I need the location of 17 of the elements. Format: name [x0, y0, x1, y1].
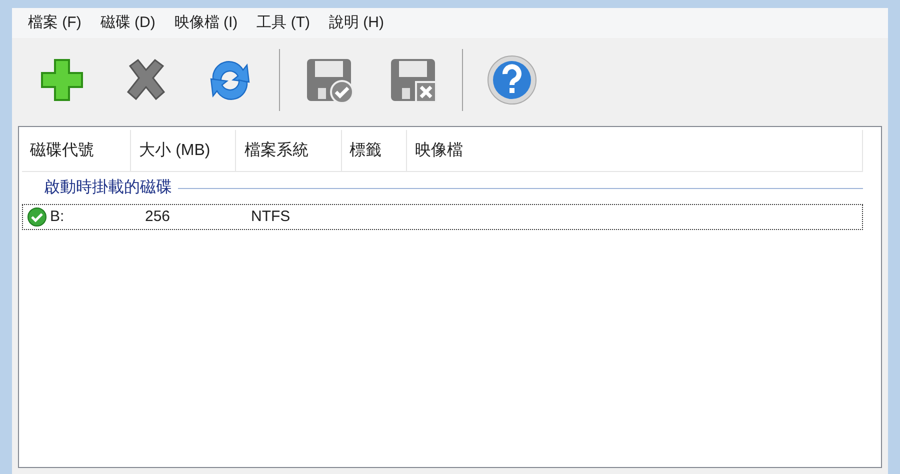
table-cell-text: B:: [50, 206, 64, 227]
menu-item[interactable]: 工具 (T): [248, 12, 318, 34]
column-header[interactable]: 標籤: [342, 130, 408, 171]
plus-icon: [38, 56, 86, 104]
column-header[interactable]: 磁碟代號: [22, 130, 132, 171]
table-cell-text: 256: [144, 206, 170, 227]
column-header[interactable]: 大小 (MB): [131, 130, 236, 171]
help-icon: [486, 54, 538, 106]
table-cell-text: NTFS: [250, 206, 290, 227]
column-header[interactable]: 映像檔: [407, 130, 863, 171]
table-row[interactable]: B: 256 NTFS: [22, 204, 863, 230]
menu-item[interactable]: 映像檔 (I): [166, 12, 246, 34]
menu-item[interactable]: 磁碟 (D): [92, 12, 164, 34]
group-header: 啟動時掛載的磁碟: [44, 178, 172, 198]
menu-item[interactable]: 說明 (H): [320, 12, 392, 34]
column-header[interactable]: 檔案系統: [236, 130, 342, 171]
menu-item[interactable]: 檔案 (F): [20, 12, 90, 34]
